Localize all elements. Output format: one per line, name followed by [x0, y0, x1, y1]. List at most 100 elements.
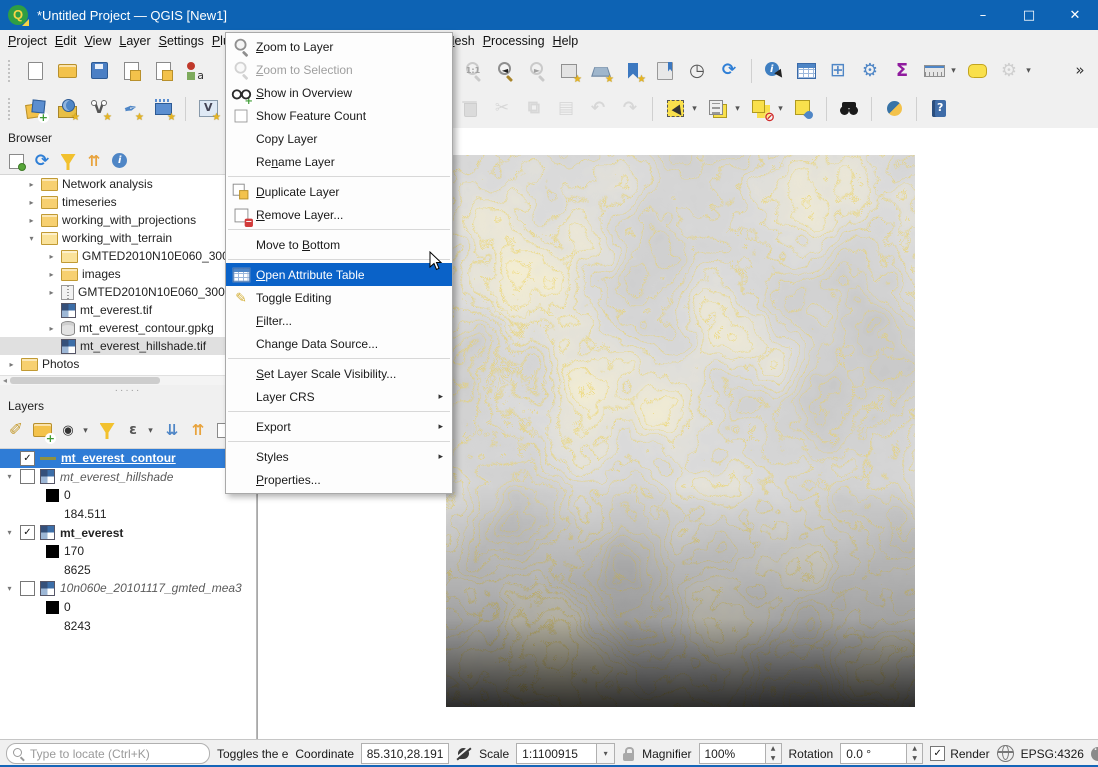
new-mesh-layer-button[interactable]: ★ — [149, 95, 177, 123]
copy-features-button[interactable]: ⧉ — [520, 95, 548, 123]
new-3d-map-view-button[interactable]: ★ — [587, 57, 615, 85]
filter-by-expression-dropdown[interactable]: ▾ — [145, 425, 156, 436]
save-project-button[interactable] — [85, 57, 113, 85]
processing-toolbox-button[interactable]: ⚙ — [856, 57, 884, 85]
menuitem-toggle-editing[interactable]: ✎Toggle Editing — [226, 286, 452, 309]
expander-icon[interactable]: ▾ — [4, 584, 15, 593]
redo-button[interactable]: ↷ — [616, 95, 644, 123]
expander-icon[interactable]: ▾ — [26, 234, 37, 243]
metasearch-button[interactable] — [835, 95, 863, 123]
legend-value-item[interactable]: 0 — [0, 598, 256, 617]
crs-globe-icon[interactable] — [997, 745, 1014, 762]
browser-item[interactable]: ▸timeseries — [0, 193, 256, 211]
run-feature-action-dropdown[interactable]: ▾ — [1023, 65, 1034, 76]
render-toggle[interactable]: ✓ Render — [930, 746, 989, 761]
layer-visibility-checkbox[interactable]: ✓ — [20, 451, 35, 466]
panel-splitter[interactable]: ····· — [0, 385, 256, 395]
new-spatial-bookmark-button[interactable]: ★ — [619, 57, 647, 85]
spin-up-icon[interactable]: ▲ — [907, 744, 922, 754]
browser-item[interactable]: ▸Network analysis — [0, 175, 256, 193]
expander-icon[interactable]: ▾ — [4, 472, 15, 481]
expander-icon[interactable]: ▸ — [46, 252, 57, 261]
magnifier-spinner[interactable]: 100% ▲▼ — [699, 743, 782, 764]
deselect-features-dropdown[interactable]: ▾ — [775, 103, 786, 114]
new-geopackage-layer-button[interactable]: ★ — [53, 95, 81, 123]
deselect-features-button[interactable]: ⊘ — [747, 95, 775, 123]
expander-icon[interactable]: ▸ — [26, 216, 37, 225]
delete-selected-button[interactable] — [456, 95, 484, 123]
menuitem-export[interactable]: Export▸ — [226, 415, 452, 438]
browser-refresh-button[interactable]: ⟳ — [30, 149, 54, 173]
style-manager-button[interactable]: a — [181, 57, 209, 85]
lock-scale-icon[interactable] — [622, 747, 635, 761]
minimize-button[interactable]: – — [960, 0, 1006, 30]
expander-icon[interactable]: ▸ — [46, 270, 57, 279]
zoom-next-button[interactable]: ► — [523, 57, 551, 85]
menuitem-remove-layer[interactable]: −Remove Layer... — [226, 203, 452, 226]
help-contents-button[interactable]: ? — [925, 95, 953, 123]
menu-settings[interactable]: Settings — [155, 32, 208, 50]
manage-map-themes-button[interactable]: ◉ — [56, 418, 80, 442]
browser-hscrollbar[interactable]: ◂ — [0, 375, 256, 385]
browser-item[interactable]: ▸mt_everest_contour.gpkg — [0, 319, 256, 337]
rotation-value[interactable]: 0.0 ° — [840, 743, 907, 764]
measure-dropdown[interactable]: ▾ — [948, 65, 959, 76]
toolbar-grip[interactable] — [8, 60, 14, 82]
browser-item[interactable]: ▸images — [0, 265, 256, 283]
zoom-native-button[interactable]: 1:1 — [459, 57, 487, 85]
open-project-button[interactable] — [53, 57, 81, 85]
expander-icon[interactable]: ▸ — [46, 288, 57, 297]
browser-item[interactable]: ▸GMTED2010N10E060_300 — [0, 247, 256, 265]
browser-item[interactable]: mt_everest.tif — [0, 301, 256, 319]
magnifier-value[interactable]: 100% — [699, 743, 766, 764]
scale-combo[interactable]: 1:1100915 ▾ — [516, 743, 615, 764]
toggle-extents-icon[interactable] — [456, 746, 472, 762]
coordinate-input[interactable]: 85.310,28.191 — [361, 743, 449, 764]
layer-visibility-checkbox[interactable] — [20, 581, 35, 596]
new-print-layout-button[interactable] — [117, 57, 145, 85]
expander-icon[interactable]: ▸ — [46, 324, 57, 333]
expand-all-button[interactable]: ⇊ — [160, 418, 184, 442]
show-layout-manager-button[interactable] — [149, 57, 177, 85]
run-feature-action-button[interactable]: ⚙ — [995, 57, 1023, 85]
browser-item[interactable]: ▸working_with_projections — [0, 211, 256, 229]
expander-icon[interactable]: ▸ — [26, 198, 37, 207]
menuitem-set-layer-scale-visibility[interactable]: Set Layer Scale Visibility... — [226, 362, 452, 385]
statistical-summary-button[interactable]: Σ — [888, 57, 916, 85]
layer-item[interactable]: ▾✓mt_everest — [0, 523, 256, 542]
new-spatialite-layer-button[interactable]: ✒★ — [117, 95, 145, 123]
legend-value-item[interactable]: 8625 — [0, 561, 256, 580]
legend-value-item[interactable]: 0 — [0, 486, 256, 505]
browser-item[interactable]: ▸GMTED2010N10E060_300 — [0, 283, 256, 301]
menuitem-rename-layer[interactable]: Rename Layer — [226, 150, 452, 173]
menuitem-duplicate-layer[interactable]: Duplicate Layer — [226, 180, 452, 203]
browser-item[interactable]: ▸Photos — [0, 355, 256, 373]
manage-map-themes-dropdown[interactable]: ▾ — [80, 425, 91, 436]
select-features-button[interactable] — [661, 95, 689, 123]
filter-legend-button[interactable] — [95, 418, 119, 442]
browser-add-selected-layers-button[interactable] — [4, 149, 28, 173]
menuitem-show-in-overview[interactable]: +Show in Overview — [226, 81, 452, 104]
legend-value-item[interactable]: 170 — [0, 542, 256, 561]
menu-edit[interactable]: Edit — [51, 32, 81, 50]
menuitem-layer-crs[interactable]: Layer CRS▸ — [226, 385, 452, 408]
filter-by-expression-button[interactable]: ε — [121, 418, 145, 442]
legend-value-item[interactable]: 8243 — [0, 616, 256, 635]
new-project-button[interactable] — [21, 57, 49, 85]
menuitem-change-data-source[interactable]: Change Data Source... — [226, 332, 452, 355]
scale-value[interactable]: 1:1100915 — [516, 743, 597, 764]
scrollbar-thumb[interactable] — [10, 377, 160, 384]
toolbar-grip[interactable] — [8, 98, 14, 120]
expander-icon[interactable]: ▸ — [6, 360, 17, 369]
paste-features-button[interactable]: ▤ — [552, 95, 580, 123]
browser-collapse-all-button[interactable]: ⇈ — [82, 149, 106, 173]
cut-features-button[interactable]: ✂ — [488, 95, 516, 123]
expander-icon[interactable]: ▸ — [26, 180, 37, 189]
maximize-button[interactable]: □ — [1006, 0, 1052, 30]
menuitem-filter[interactable]: Filter... — [226, 309, 452, 332]
spin-up-icon[interactable]: ▲ — [766, 744, 781, 754]
new-map-view-button[interactable]: ★ — [555, 57, 583, 85]
zoom-last-button[interactable]: ◄ — [491, 57, 519, 85]
locator-search-input[interactable]: Type to locate (Ctrl+K) — [6, 743, 210, 764]
menuitem-properties[interactable]: Properties... — [226, 468, 452, 491]
